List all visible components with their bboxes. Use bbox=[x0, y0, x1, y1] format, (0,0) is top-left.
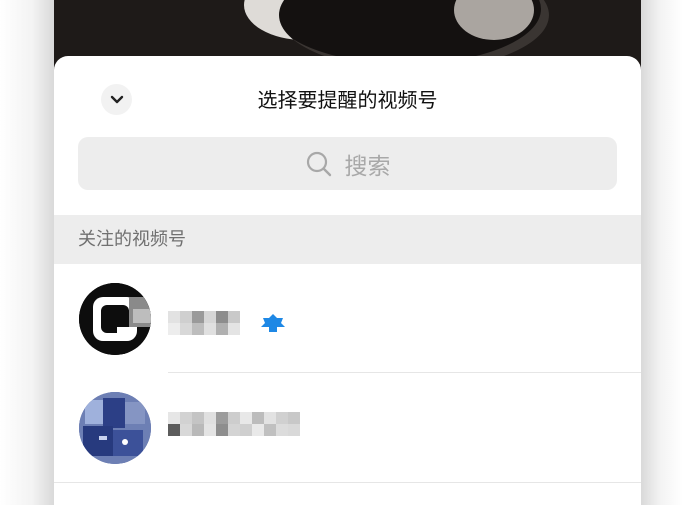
avatar bbox=[79, 283, 151, 355]
sheet-title: 选择要提醒的视频号 bbox=[257, 88, 438, 112]
phone-screen: 选择要提醒的视频号 搜索 关注的视频号 bbox=[54, 0, 641, 505]
list-bottom-divider bbox=[54, 482, 641, 483]
channel-name-pixels-bottom bbox=[168, 424, 300, 436]
screen: 选择要提醒的视频号 搜索 关注的视频号 bbox=[0, 0, 683, 505]
channel-row[interactable] bbox=[54, 265, 641, 373]
followed-channels-header: 关注的视频号 bbox=[54, 215, 641, 264]
channel-row[interactable] bbox=[54, 374, 641, 482]
frame-shadow-right bbox=[641, 0, 683, 505]
avatar bbox=[79, 392, 151, 464]
row-divider bbox=[168, 372, 641, 373]
channel-name-pixels-top bbox=[168, 412, 300, 424]
q-logo-avatar bbox=[79, 283, 151, 355]
select-channel-sheet: 选择要提醒的视频号 搜索 关注的视频号 bbox=[54, 56, 641, 505]
section-title: 关注的视频号 bbox=[78, 229, 186, 250]
search-placeholder: 搜索 bbox=[344, 153, 391, 180]
search-input[interactable]: 搜索 bbox=[78, 137, 617, 190]
frame-shadow-left bbox=[0, 0, 54, 505]
search-icon bbox=[306, 151, 331, 176]
blue-board-avatar bbox=[79, 392, 151, 464]
name-mosaic bbox=[168, 311, 240, 323]
name-mosaic-lower bbox=[168, 323, 240, 335]
verified-icon bbox=[261, 314, 285, 332]
